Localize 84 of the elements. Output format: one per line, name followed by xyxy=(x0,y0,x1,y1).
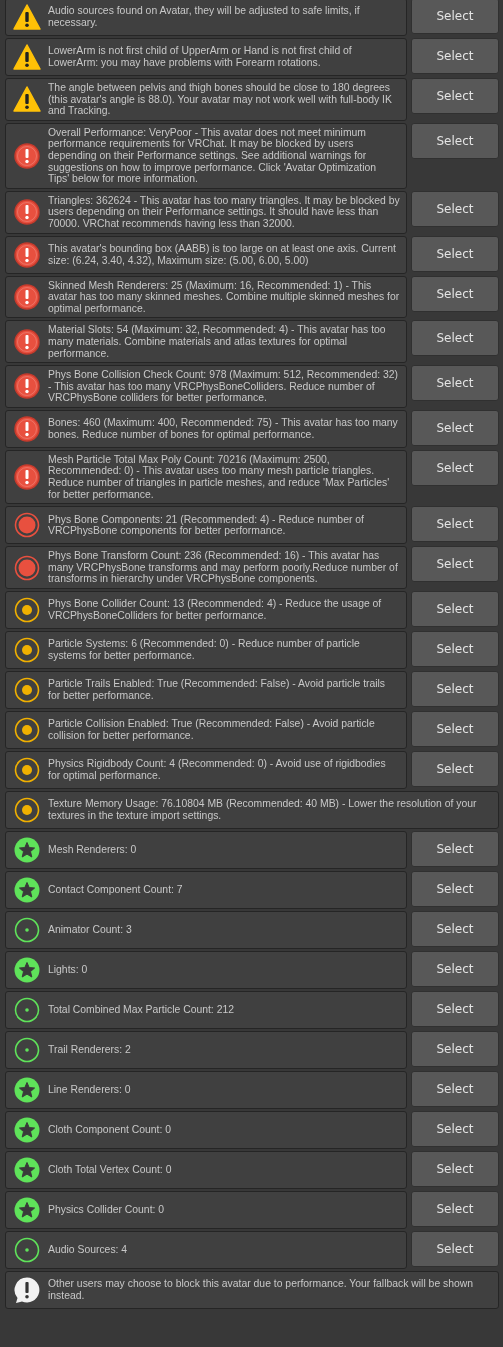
status-ring-icon xyxy=(13,796,41,825)
status-ring-icon xyxy=(13,916,41,945)
warning-icon xyxy=(13,3,41,31)
message-text: Particle Collision Enabled: True (Recommended: False) - Avoid particle collision for better performance. xyxy=(48,718,376,742)
message-text: Material Slots: 54 (Maximum: 32, Recommended: 4) - This avatar has too many materials. Combine materials and atlas textures for optimal performance. xyxy=(48,324,387,360)
message-text: This avatar's bounding box (AABB) is too large on at least one axis. Current size: (6.24, 3.40, 4.32), Maximum size: (5.00, 6.00, 5.00) xyxy=(48,242,397,267)
select-button[interactable]: Select xyxy=(411,38,499,74)
select-button[interactable]: Select xyxy=(411,190,499,227)
message-text: Phys Bone Components: 21 (Recommended: 4) - Reduce number of VRCPhysBone components for better performance. xyxy=(48,513,365,537)
status-ring-icon xyxy=(13,996,41,1025)
error-icon xyxy=(13,141,41,170)
select-button[interactable]: Select xyxy=(411,320,499,357)
message-text: Mesh Particle Total Max Poly Count: 70216 (Maximum: 2500, Recommended: 0) - This avatar uses too many mesh particle triangles. Reduce number of triangles in particle meshes, and reduce 'Max Particles' for better performance. xyxy=(48,453,391,501)
message-text: LowerArm is not first child of UpperArm or Hand is not first child of LowerArm: you may have problems with Forearm rotations. xyxy=(48,45,353,69)
status-ring-icon xyxy=(13,636,41,665)
status-ring-icon xyxy=(13,1036,41,1065)
select-button[interactable]: Select xyxy=(411,1031,499,1068)
select-button[interactable]: Select xyxy=(411,409,499,446)
status-ring-icon xyxy=(13,1236,41,1265)
status-ring-icon xyxy=(13,553,41,582)
select-button[interactable]: Select xyxy=(411,235,499,272)
select-button[interactable]: Select xyxy=(411,831,499,868)
message-text: Lights: 0 xyxy=(48,964,88,976)
message-text: Particle Systems: 6 (Recommended: 0) - Reduce number of particle systems for better performance. xyxy=(48,638,361,662)
select-button[interactable]: Select xyxy=(411,78,499,114)
message-text: Skinned Mesh Renderers: 25 (Maximum: 16, Recommended: 1) - This avatar has too many skinned meshes. Combine multiple skinned meshes for optimal performance. xyxy=(48,279,400,315)
message-text: Trail Renderers: 2 xyxy=(48,1044,131,1056)
select-button[interactable]: Select xyxy=(411,0,499,34)
message-text: Animator Count: 3 xyxy=(48,924,132,936)
select-button[interactable]: Select xyxy=(411,751,499,788)
message-text: Audio Sources: 4 xyxy=(48,1244,128,1256)
message-text: Particle Trails Enabled: True (Recommended: False) - Avoid particle trails for better performance. xyxy=(48,678,387,702)
status-ring-icon xyxy=(13,511,41,540)
message-text: Phys Bone Collider Count: 13 (Recommended: 4) - Reduce the usage of VRCPhysBoneColliders for better performance. xyxy=(48,598,383,622)
error-icon xyxy=(13,372,41,401)
select-button[interactable]: Select xyxy=(411,631,499,668)
message-text: Physics Collider Count: 0 xyxy=(48,1204,165,1216)
message-text: Cloth Total Vertex Count: 0 xyxy=(48,1164,172,1176)
select-button[interactable]: Select xyxy=(411,671,499,708)
info-bubble-icon xyxy=(13,1276,41,1305)
select-button[interactable]: Select xyxy=(411,122,499,159)
error-icon xyxy=(13,463,41,492)
message-text: Bones: 460 (Maximum: 400, Recommended: 75) - This avatar has too many bones. Reduce number of bones for optimal performance. xyxy=(48,417,399,441)
select-button[interactable]: Select xyxy=(411,871,499,908)
message-text: Texture Memory Usage: 76.10804 MB (Recommended: 40 MB) - Lower the resolution of your textures in the texture import settings. xyxy=(48,798,478,822)
error-icon xyxy=(13,240,41,269)
message-text: Contact Component Count: 7 xyxy=(48,884,183,896)
select-button[interactable]: Select xyxy=(411,1231,499,1268)
message-text: Triangles: 362624 - This avatar has too many triangles. It may be blocked by users depending on their Performance settings. It should have less than 70000. VRChat recommends having less than 32000. xyxy=(48,194,400,230)
message-text: Mesh Renderers: 0 xyxy=(48,844,137,856)
select-button[interactable]: Select xyxy=(411,1191,499,1228)
message-text: Overall Performance: VeryPoor - This avatar does not meet minimum performance requirements for VRChat. It may be blocked by users depending on their Performance settings. See additional warnings for suggestions on how to improve performance. Click 'Avatar Optimization Tips' below for more information. xyxy=(48,126,378,185)
select-button[interactable]: Select xyxy=(411,991,499,1028)
select-button[interactable]: Select xyxy=(411,506,499,543)
select-button[interactable]: Select xyxy=(411,1151,499,1188)
status-ring-icon xyxy=(13,676,41,705)
message-text: Phys Bone Collision Check Count: 978 (Maximum: 512, Recommended: 32) - This avatar has too many VRCPhysBoneColliders. Reduce number of VRCPhysBone colliders for better performance. xyxy=(48,369,399,404)
select-button[interactable]: Select xyxy=(411,591,499,628)
select-button[interactable]: Select xyxy=(411,449,499,486)
select-button[interactable]: Select xyxy=(411,1111,499,1148)
error-icon xyxy=(13,414,41,443)
select-button[interactable]: Select xyxy=(411,1071,499,1108)
error-icon xyxy=(13,282,41,311)
warning-icon xyxy=(13,85,41,114)
status-ring-icon xyxy=(13,716,41,745)
select-button[interactable]: Select xyxy=(411,951,499,988)
message-text: Phys Bone Transform Count: 236 (Recommended: 16) - This avatar has many VRCPhysBone transforms and may perform poorly.Reduce number of transforms in hierarchy under VRCPhysBone components. xyxy=(48,550,399,586)
warning-icon xyxy=(13,43,41,71)
status-ring-icon xyxy=(13,756,41,785)
message-text: Cloth Component Count: 0 xyxy=(48,1124,172,1136)
select-button[interactable]: Select xyxy=(411,365,499,402)
message-text: Physics Rigidbody Count: 4 (Recommended: 0) - Avoid use of rigidbodies for optimal performance. xyxy=(48,758,387,782)
message-text: Audio sources found on Avatar, they will be adjusted to safe limits, if necessary. xyxy=(48,5,361,29)
select-button[interactable]: Select xyxy=(411,911,499,948)
status-ring-icon xyxy=(13,596,41,625)
message-text: Other users may choose to block this avatar due to performance. Your fallback will be shown instead. xyxy=(48,1278,475,1302)
message-text: Line Renderers: 0 xyxy=(48,1084,131,1096)
error-icon xyxy=(13,198,41,227)
select-button[interactable]: Select xyxy=(411,275,499,312)
message-text: Total Combined Max Particle Count: 212 xyxy=(48,1004,234,1016)
message-text: The angle between pelvis and thigh bones should be close to 180 degrees (this avatar's angle is 88.0). Your avatar may not work well with full-body IK and Tracking. xyxy=(48,82,393,117)
select-button[interactable]: Select xyxy=(411,711,499,748)
select-button[interactable]: Select xyxy=(411,546,499,583)
error-icon xyxy=(13,327,41,356)
